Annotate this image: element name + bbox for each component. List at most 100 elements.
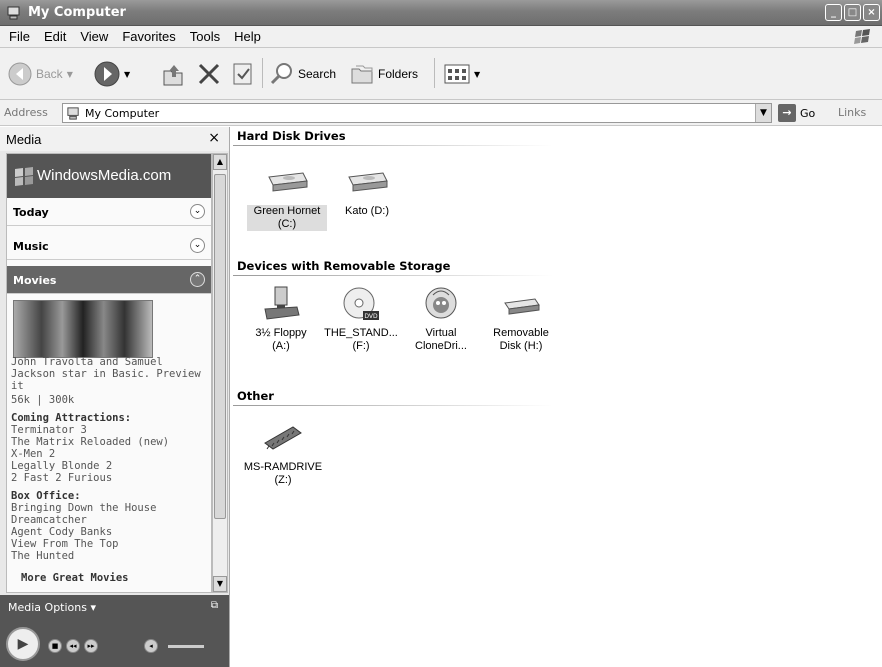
menu-bar: File Edit View Favorites Tools Help: [0, 26, 882, 48]
media-pane-header: Media ×: [0, 127, 229, 151]
properties-icon: [233, 63, 252, 85]
group-other: Other: [237, 389, 274, 403]
list-item[interactable]: The Matrix Reloaded (new): [11, 436, 169, 448]
feature-text-2[interactable]: Jackson star in Basic. Preview: [11, 368, 201, 380]
close-button[interactable]: ×: [863, 4, 880, 21]
group-hard-disk-drives: Hard Disk Drives: [237, 129, 346, 143]
delete-button[interactable]: [196, 58, 222, 90]
box-office-heading: Box Office:: [11, 490, 81, 502]
go-button[interactable]: → Go: [778, 104, 815, 122]
svg-text:DVD: DVD: [364, 313, 378, 320]
list-item[interactable]: The Hunted: [11, 550, 74, 562]
windowsmedia-banner[interactable]: WindowsMedia.com: [7, 154, 211, 198]
up-folder-icon: [163, 65, 183, 86]
next-button[interactable]: ▸▸: [84, 639, 98, 653]
search-button[interactable]: Search: [270, 58, 336, 90]
removable-disk-icon: [504, 298, 540, 315]
drive-d[interactable]: Kato (D:): [327, 163, 407, 218]
forward-button[interactable]: ▼: [94, 58, 130, 90]
group-removable-storage: Devices with Removable Storage: [237, 259, 451, 273]
my-computer-small-icon: [67, 107, 79, 120]
feature-text-3[interactable]: it: [11, 380, 24, 392]
views-dropdown-icon: ▼: [474, 69, 481, 79]
list-item[interactable]: 2 Fast 2 Furious: [11, 472, 112, 484]
floppy-drive-icon: [264, 286, 300, 320]
menu-favorites[interactable]: Favorites: [115, 29, 182, 44]
virtual-clonedrive[interactable]: Virtual CloneDri...: [401, 285, 481, 353]
media-pane: Media × WindowsMedia.com Today ⌄ Music ⌄…: [0, 127, 230, 667]
media-options-button[interactable]: Media Options ▾: [8, 601, 96, 614]
back-button[interactable]: Back ▼: [8, 58, 73, 90]
menu-file[interactable]: File: [2, 29, 37, 44]
folders-button[interactable]: Folders: [350, 58, 418, 90]
go-arrow-icon: →: [778, 104, 796, 122]
address-input[interactable]: My Computer ▼: [62, 103, 772, 123]
media-content: WindowsMedia.com Today ⌄ Music ⌄ Movies …: [6, 153, 212, 593]
menu-tools[interactable]: Tools: [183, 29, 227, 44]
back-dropdown-icon[interactable]: ▼: [67, 70, 73, 79]
views-button[interactable]: ▼: [444, 58, 480, 90]
hard-drive-icon: [268, 172, 308, 192]
links-button[interactable]: Links: [838, 106, 866, 119]
title-bar[interactable]: My Computer _ □ ×: [0, 0, 882, 26]
address-dropdown-button[interactable]: ▼: [755, 104, 771, 122]
list-item[interactable]: Legally Blonde 2: [11, 460, 112, 472]
scroll-thumb[interactable]: [214, 174, 226, 519]
delete-x-icon: [198, 63, 220, 85]
bandwidth-links[interactable]: 56k | 300k: [11, 394, 74, 406]
menu-edit[interactable]: Edit: [37, 29, 73, 44]
menu-view[interactable]: View: [73, 29, 115, 44]
mute-button[interactable]: ◂: [144, 639, 158, 653]
expand-chevron-icon[interactable]: ⌄: [190, 238, 205, 253]
drive-z[interactable]: MS-RAMDRIVE (Z:): [243, 419, 323, 487]
dvd-drive-icon: DVD: [343, 287, 379, 320]
back-arrow-icon: [8, 62, 32, 86]
address-bar: Address My Computer ▼ → Go Links: [0, 100, 882, 126]
play-button[interactable]: ▶: [6, 627, 40, 661]
media-close-icon[interactable]: ×: [208, 130, 220, 146]
address-label: Address: [4, 106, 48, 119]
movie-thumbnail[interactable]: [13, 300, 153, 358]
feature-text-1: John Travolta and Samuel: [11, 356, 163, 368]
stop-button[interactable]: ■: [48, 639, 62, 653]
section-movies[interactable]: Movies ⌃: [7, 266, 211, 294]
list-item[interactable]: Agent Cody Banks: [11, 526, 112, 538]
views-grid-icon: [444, 64, 470, 84]
scroll-down-icon[interactable]: ▼: [213, 576, 227, 592]
media-player-controls: Media Options ▾ ⧉ ▶ ■ ◂◂ ▸▸ ◂: [0, 595, 229, 667]
drive-h[interactable]: Removable Disk (H:): [481, 285, 561, 353]
my-computer-icon: [7, 6, 20, 20]
section-today[interactable]: Today ⌄: [7, 198, 211, 226]
forward-dropdown-icon[interactable]: ▼: [124, 70, 130, 79]
section-music[interactable]: Music ⌄: [7, 232, 211, 260]
expand-chevron-icon[interactable]: ⌄: [190, 204, 205, 219]
list-item[interactable]: Dreamcatcher: [11, 514, 87, 526]
forward-arrow-icon: [94, 61, 120, 87]
toolbar: Back ▼ ▼ Search Folders ▼: [0, 48, 882, 100]
list-item[interactable]: Terminator 3: [11, 424, 87, 436]
volume-slider[interactable]: [168, 645, 204, 648]
list-item[interactable]: X-Men 2: [11, 448, 55, 460]
ram-drive-chip-icon: [264, 426, 302, 450]
drive-c[interactable]: Green Hornet (C:): [247, 163, 327, 231]
media-scrollbar[interactable]: ▲ ▼: [212, 153, 228, 593]
address-value: My Computer: [85, 107, 160, 120]
drive-a[interactable]: 3½ Floppy (A:): [241, 285, 321, 353]
banner-text: WindowsMedia.com: [37, 167, 172, 184]
main-content: Hard Disk Drives Green Hornet (C:) Kato …: [231, 127, 882, 667]
properties-button[interactable]: [232, 58, 254, 90]
list-item[interactable]: Bringing Down the House: [11, 502, 156, 514]
up-folder-button[interactable]: [160, 58, 186, 90]
more-movies-link[interactable]: More Great Movies: [21, 572, 128, 584]
maximize-button[interactable]: □: [844, 4, 861, 21]
minimize-button[interactable]: _: [825, 4, 842, 21]
media-pane-title: Media: [6, 132, 42, 147]
scroll-up-icon[interactable]: ▲: [213, 154, 227, 170]
list-item[interactable]: View From The Top: [11, 538, 118, 550]
drive-f[interactable]: DVD THE_STAND... (F:): [321, 285, 401, 353]
collapse-chevron-icon[interactable]: ⌃: [190, 272, 205, 287]
menu-help[interactable]: Help: [227, 29, 268, 44]
undock-icon[interactable]: ⧉: [211, 600, 218, 611]
previous-button[interactable]: ◂◂: [66, 639, 80, 653]
search-icon: [270, 63, 292, 85]
